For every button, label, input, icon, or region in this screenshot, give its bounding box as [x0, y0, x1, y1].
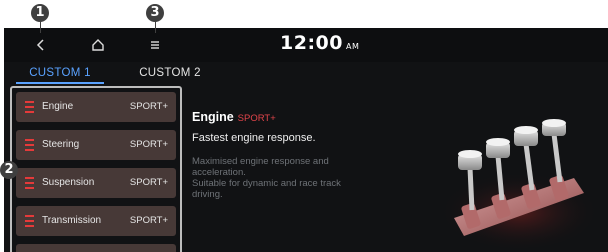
mode-item-label: Suspension: [42, 177, 95, 188]
mode-item-label: Engine: [42, 101, 74, 112]
mode-level-icon: [25, 215, 34, 228]
list-item-transmission[interactable]: Transmission SPORT+: [16, 206, 176, 236]
clock: 12:00 AM: [280, 32, 359, 54]
description-line: Suitable for dynamic and race track: [192, 178, 341, 189]
detail-description: Maximised engine response and accelerati…: [192, 156, 402, 200]
callout-1: 1: [31, 4, 49, 22]
engine-crankshaft-image: [434, 118, 604, 248]
callout-3: 3: [146, 4, 164, 22]
tab-custom-1[interactable]: CUSTOM 1: [16, 62, 104, 84]
top-bar: 12:00 AM: [4, 28, 608, 62]
infotainment-screen: 12:00 AM CUSTOM 1 CUSTOM 2 Engine SPORT+ …: [4, 28, 608, 252]
mode-item-value: SPORT+: [129, 215, 168, 226]
description-line: acceleration.: [192, 167, 246, 178]
detail-subtitle: Fastest engine response.: [192, 132, 316, 144]
detail-title: Engine SPORT+: [192, 110, 276, 124]
list-item-engine[interactable]: Engine SPORT+: [16, 92, 176, 122]
description-line: driving.: [192, 189, 223, 200]
menu-icon[interactable]: [144, 34, 166, 56]
callout-2: 2: [0, 161, 18, 179]
mode-item-value: SPORT+: [129, 177, 168, 188]
mode-item-value: SPORT+: [129, 139, 168, 150]
manual-figure: 1 3 12:00 AM CUSTOM 1 CUSTOM 2 Engine SP…: [0, 0, 608, 252]
description-line: Maximised engine response and: [192, 156, 329, 167]
mode-item-label: Steering: [42, 139, 80, 150]
mode-level-icon: [25, 139, 34, 152]
mode-level-icon: [25, 177, 34, 190]
detail-mode-badge: SPORT+: [237, 113, 276, 124]
detail-title-text: Engine: [192, 110, 234, 124]
drive-mode-list: Engine SPORT+ Steering SPORT+ Suspension…: [10, 86, 182, 252]
list-item-partial[interactable]: [16, 244, 176, 252]
list-item-steering[interactable]: Steering SPORT+: [16, 130, 176, 160]
list-item-suspension[interactable]: Suspension SPORT+: [16, 168, 176, 198]
clock-ampm: AM: [345, 42, 360, 51]
callout-1-leader: [40, 21, 41, 33]
back-arrow-icon[interactable]: [30, 34, 52, 56]
mode-item-value: SPORT+: [129, 101, 168, 112]
home-icon[interactable]: [87, 34, 109, 56]
mode-level-icon: [25, 101, 34, 114]
mode-item-label: Transmission: [42, 215, 102, 226]
clock-time: 12:00: [280, 32, 343, 54]
callout-3-leader: [155, 21, 156, 33]
tab-custom-2[interactable]: CUSTOM 2: [128, 62, 212, 84]
tab-bar: CUSTOM 1 CUSTOM 2: [4, 62, 608, 84]
